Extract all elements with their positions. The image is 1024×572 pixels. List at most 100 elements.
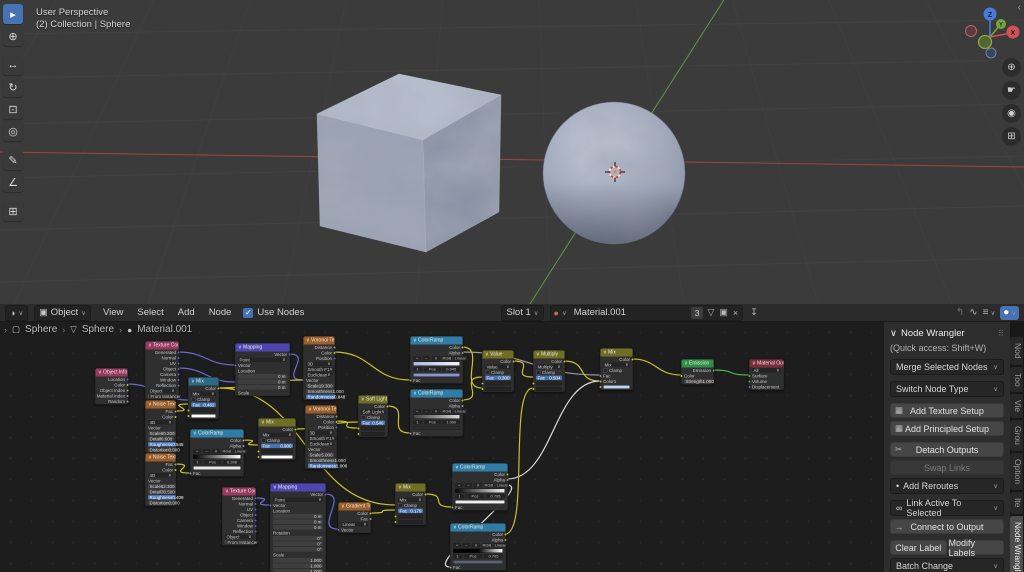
- node-gradtex[interactable]: ∨ Gradient TextureColorFacLinear∨Vector: [338, 502, 371, 533]
- node-socket[interactable]: [599, 385, 602, 388]
- ramp-mode-dropdown[interactable]: RGB: [222, 449, 233, 454]
- node-socket[interactable]: [177, 373, 180, 376]
- checkbox-icon[interactable]: [148, 394, 149, 399]
- node-socket[interactable]: [748, 380, 751, 383]
- node-slider[interactable]: Fac0.179: [398, 509, 423, 514]
- checkbox-icon[interactable]: [191, 397, 196, 402]
- node-row[interactable]: From Instancer: [146, 394, 179, 400]
- node-colorramp2[interactable]: ∨ ColorRampColorAlpha+−∨RGBLinear1Pos1.0…: [410, 389, 463, 437]
- node-socket[interactable]: [294, 428, 297, 431]
- node-row[interactable]: From Instancer: [223, 540, 256, 546]
- node-slider[interactable]: Smoothness1.000: [306, 389, 335, 394]
- node-dropdown[interactable]: All∨: [752, 368, 781, 373]
- node-socket[interactable]: [386, 405, 389, 408]
- node-mixmultiply[interactable]: ∨ MultiplyColorMultiply∨ClampFac0.504: [533, 350, 565, 392]
- menu-add[interactable]: Add: [172, 304, 201, 322]
- node-dropdown[interactable]: Mix∨: [603, 363, 630, 368]
- node-title[interactable]: ∨ Mix: [396, 484, 426, 492]
- stop-index-field[interactable]: 1: [413, 420, 422, 425]
- node-value-field[interactable]: 0 m: [238, 380, 287, 385]
- ramp-tool-button[interactable]: +: [193, 449, 201, 454]
- stop-pos-value[interactable]: 0.705: [484, 554, 503, 559]
- menu-node[interactable]: Node: [203, 304, 238, 322]
- node-socket[interactable]: [748, 385, 751, 388]
- node-slider[interactable]: Scale62.300: [148, 484, 176, 489]
- node-socket[interactable]: [217, 387, 220, 390]
- node-slider[interactable]: Fac0.546: [361, 421, 385, 426]
- node-socket[interactable]: [242, 439, 245, 442]
- ramp-tool-button[interactable]: ∨: [432, 356, 440, 361]
- node-row[interactable]: [189, 413, 219, 419]
- node-socket[interactable]: [599, 380, 602, 383]
- gradient-ramp[interactable]: [193, 455, 241, 460]
- tab-ite[interactable]: Ite: [1010, 492, 1023, 513]
- node-colorramp4[interactable]: ∨ ColorRampColorAlpha+−∨RGBLinear1Pos0.7…: [452, 463, 508, 511]
- node-title[interactable]: ∨ Multiply: [534, 351, 565, 359]
- node-texcoord1[interactable]: ∨ Texture CoordinateGeneratedNormalUVObj…: [145, 341, 179, 400]
- color-swatch[interactable]: [453, 560, 503, 564]
- node-socket[interactable]: [512, 360, 515, 363]
- ramp-mode-dropdown[interactable]: Linear: [494, 543, 507, 548]
- node-slider[interactable]: Roughness0.408: [148, 495, 176, 500]
- node-socket[interactable]: [254, 508, 257, 511]
- node-dropdown[interactable]: Euclidean∨: [308, 442, 334, 447]
- node-socket[interactable]: [394, 520, 397, 523]
- node-title[interactable]: ∨ Noise Texture: [146, 401, 176, 409]
- transform-icon[interactable]: ◎: [3, 121, 23, 141]
- ramp-tool-button[interactable]: +: [455, 483, 463, 488]
- shading-mode-select[interactable]: ▣ Object ∨: [34, 305, 91, 321]
- breadcrumb-item[interactable]: Material.001: [137, 324, 192, 335]
- ramp-tool-button[interactable]: ∨: [432, 409, 440, 414]
- node-value-field[interactable]: 0°: [273, 536, 323, 541]
- ramp-mode-dropdown[interactable]: RGB: [482, 543, 493, 548]
- node-socket[interactable]: [187, 409, 190, 412]
- node-objectinfo[interactable]: ∨ Object InfoLocationColorObject IndexMa…: [95, 368, 128, 405]
- node-slider[interactable]: Distortion0.000: [148, 501, 176, 506]
- node-socket[interactable]: [254, 513, 257, 516]
- node-socket[interactable]: [177, 384, 180, 387]
- node-colorramp5[interactable]: ∨ ColorRampColorAlpha+−∨RGBLinear1Pos0.7…: [450, 523, 506, 571]
- checkbox-icon[interactable]: [225, 540, 226, 545]
- ramp-mode-dropdown[interactable]: RGB: [442, 409, 453, 414]
- ramp-tool-button[interactable]: −: [465, 483, 473, 488]
- ramp-tool-button[interactable]: +: [453, 543, 461, 548]
- node-socket[interactable]: [174, 463, 177, 466]
- node-title[interactable]: ∨ ColorRamp: [453, 464, 508, 472]
- node-socket[interactable]: [563, 360, 566, 363]
- color-swatch[interactable]: [361, 432, 385, 436]
- node-title[interactable]: ∨ ColorRamp: [191, 430, 244, 438]
- node-slider[interactable]: Roughness0.545: [148, 442, 176, 447]
- node-socket[interactable]: [126, 378, 129, 381]
- node-socket[interactable]: [174, 410, 177, 413]
- unlink-icon[interactable]: ×: [732, 308, 739, 318]
- node-socket[interactable]: [174, 415, 177, 418]
- node-socket[interactable]: [126, 389, 129, 392]
- breadcrumb-item[interactable]: Sphere: [82, 324, 114, 335]
- node-socket[interactable]: [337, 528, 340, 531]
- node-title[interactable]: ∨ Object Info: [96, 369, 128, 377]
- material-slot-select[interactable]: Slot 1 ∨: [501, 305, 543, 321]
- stop-pos-value[interactable]: 1.000: [443, 420, 461, 425]
- node-softlight[interactable]: ∨ Soft LightColorSoft Light∨ClampFac0.54…: [358, 395, 388, 437]
- node-value-field[interactable]: 0 m: [238, 385, 287, 390]
- ramp-tool-button[interactable]: +: [413, 409, 421, 414]
- select-box-icon[interactable]: ▸: [3, 4, 23, 24]
- node-slider[interactable]: Fac0.900: [261, 444, 293, 449]
- stop-index-field[interactable]: 1: [455, 494, 464, 499]
- node-row[interactable]: Distortion0.000: [146, 500, 176, 506]
- node-value-field[interactable]: 0 m: [273, 520, 323, 525]
- node-socket[interactable]: [177, 351, 180, 354]
- node-socket[interactable]: [254, 502, 257, 505]
- node-socket[interactable]: [461, 399, 464, 402]
- node-socket[interactable]: [288, 353, 291, 356]
- node-title[interactable]: ∨ Material Output: [750, 360, 784, 368]
- user-count-badge[interactable]: 3: [691, 307, 704, 319]
- node-socket[interactable]: [335, 420, 338, 423]
- material-icon[interactable]: ●: [554, 308, 559, 318]
- node-dropdown[interactable]: 4D∨: [148, 473, 173, 478]
- node-socket[interactable]: [599, 374, 602, 377]
- cube-object[interactable]: [300, 60, 520, 270]
- color-swatch[interactable]: [536, 387, 562, 391]
- node-socket[interactable]: [234, 364, 237, 367]
- ramp-mode-dropdown[interactable]: Linear: [454, 356, 467, 361]
